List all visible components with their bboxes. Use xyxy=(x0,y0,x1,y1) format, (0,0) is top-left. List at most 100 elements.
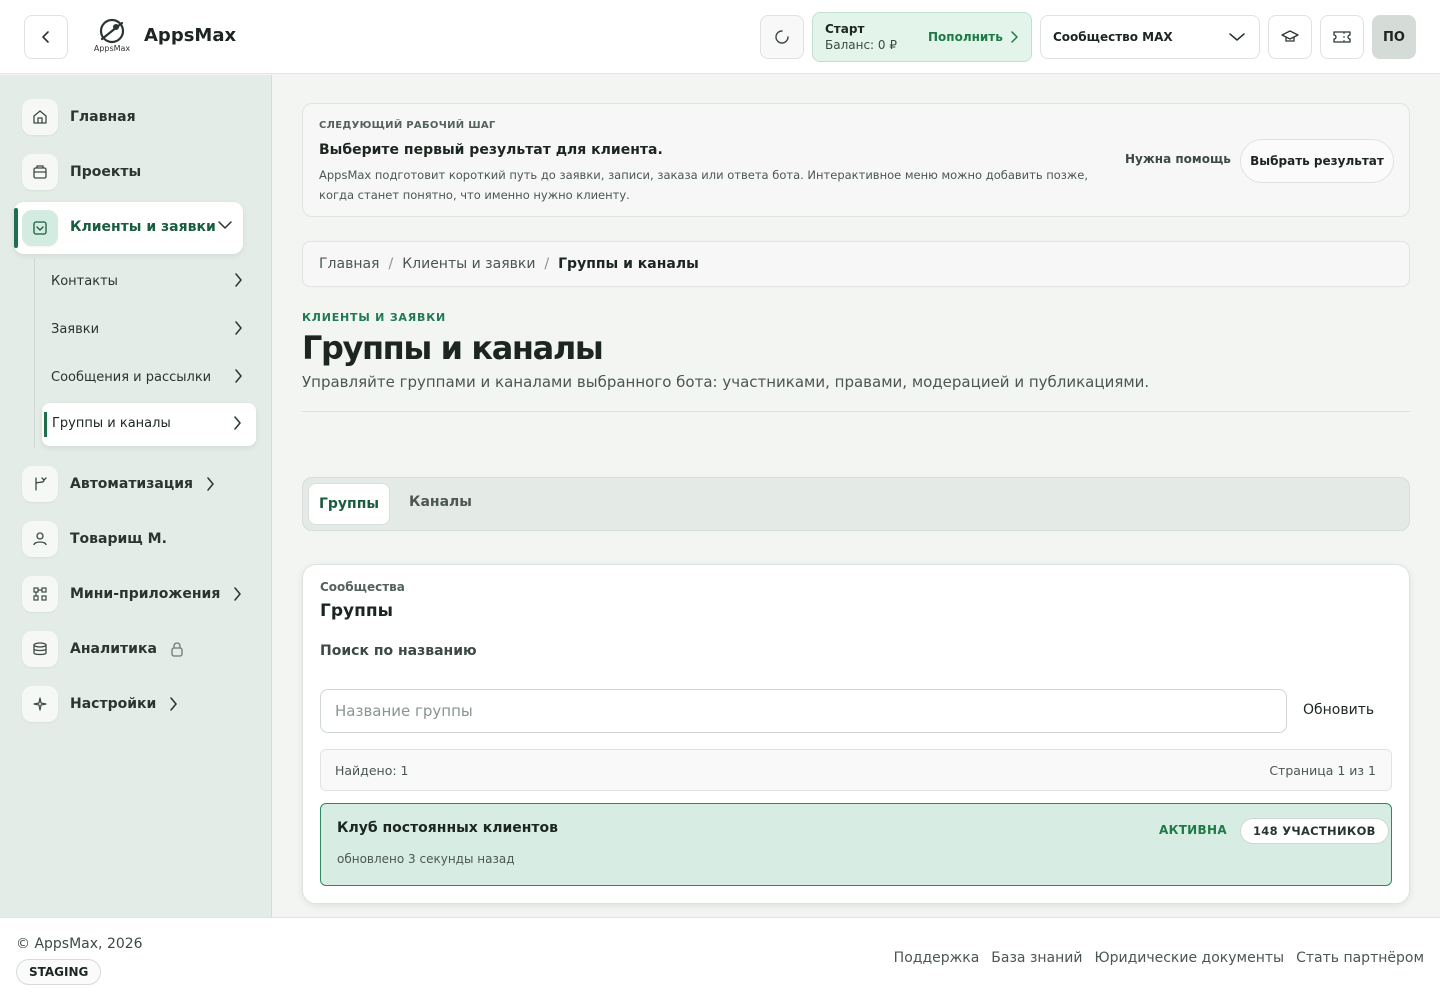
footer-link-knowledge-base[interactable]: База знаний xyxy=(991,950,1082,966)
logo-caption: AppsMax xyxy=(93,44,131,53)
breadcrumb-link-clients[interactable]: Клиенты и заявки xyxy=(402,256,535,272)
graduation-cap-icon xyxy=(1281,30,1299,42)
breadcrumb: Главная / Клиенты и заявки / Группы и ка… xyxy=(302,241,1410,287)
group-name: Клуб постоянных клиентов xyxy=(337,820,559,836)
next-step-title: Выберите первый результат для клиента. xyxy=(319,142,663,158)
flow-icon xyxy=(35,477,47,491)
balance-amount: Баланс: 0 ₽ xyxy=(825,38,897,52)
submenu-line xyxy=(34,258,35,448)
active-indicator xyxy=(14,208,18,248)
sidebar-item-label: Аналитика xyxy=(70,641,157,657)
sidebar-subitem-messages[interactable]: Сообщения и рассылки xyxy=(51,367,242,387)
panel-kicker: Сообщества xyxy=(320,580,405,594)
brand-name: AppsMax xyxy=(144,25,237,46)
tab-channels[interactable]: Каналы xyxy=(409,494,472,510)
sidebar-subitem-label: Заявки xyxy=(51,321,100,337)
search-label: Поиск по названию xyxy=(320,643,477,659)
next-step-card: СЛЕДУЮЩИЙ РАБОЧИЙ ШАГ Выберите первый ре… xyxy=(302,103,1410,217)
community-select[interactable]: Сообщество MAX xyxy=(1040,15,1260,59)
environment-badge: STAGING xyxy=(16,959,102,985)
footer-link-support[interactable]: Поддержка xyxy=(894,950,980,966)
lock-icon xyxy=(171,642,183,657)
sidebar-subitem-contacts[interactable]: Контакты xyxy=(51,271,242,291)
sidebar-item-label: Клиенты и заявки xyxy=(70,219,216,235)
chevron-right-icon xyxy=(235,321,242,335)
help-link[interactable]: Нужна помощь xyxy=(1125,152,1231,166)
chevron-down-icon xyxy=(218,221,232,229)
sidebar-item-projects[interactable]: Проекты xyxy=(22,154,141,190)
group-search-input[interactable] xyxy=(320,689,1287,733)
sidebar-item-automation[interactable]: Автоматизация xyxy=(22,466,215,502)
tab-bar: Группы Каналы xyxy=(302,477,1410,531)
sidebar-item-label: Мини-приложения xyxy=(70,586,221,602)
members-badge: 148 УЧАСТНИКОВ xyxy=(1240,818,1389,844)
status-badge: АКТИВНА xyxy=(1159,823,1227,837)
chevron-right-icon xyxy=(235,369,242,383)
group-updated: обновлено 3 секунды назад xyxy=(337,852,515,866)
breadcrumb-separator: / xyxy=(388,256,394,272)
logo-icon xyxy=(99,18,125,44)
academy-button[interactable] xyxy=(1268,15,1312,59)
sidebar-item-label: Автоматизация xyxy=(70,476,193,492)
section-overline: КЛИЕНТЫ И ЗАЯВКИ xyxy=(302,311,446,324)
footer-link-legal[interactable]: Юридические документы xyxy=(1094,950,1284,966)
sidebar-item-clients[interactable]: Клиенты и заявки xyxy=(14,202,243,254)
sidebar-item-home[interactable]: Главная xyxy=(22,99,136,135)
chevron-right-icon xyxy=(170,697,178,711)
breadcrumb-separator: / xyxy=(544,256,550,272)
sidebar-item-label: Главная xyxy=(70,109,136,125)
tickets-button[interactable] xyxy=(1320,15,1364,59)
chevron-right-icon xyxy=(235,273,242,287)
footer-link-partner[interactable]: Стать партнёром xyxy=(1296,950,1424,966)
divider xyxy=(302,411,1410,412)
sidebar-item-label: Настройки xyxy=(70,696,157,712)
topup-button[interactable]: Пополнить xyxy=(928,30,1019,44)
sidebar-subitem-label: Контакты xyxy=(51,273,118,289)
footer: © AppsMax, 2026 STAGING Поддержка База з… xyxy=(0,917,1440,1000)
ticket-icon xyxy=(1333,31,1351,43)
sidebar-item-assistant[interactable]: Товарищ М. xyxy=(22,521,167,557)
user-icon xyxy=(33,532,47,546)
panel-title: Группы xyxy=(320,601,393,621)
balance-widget[interactable]: Старт Баланс: 0 ₽ Пополнить xyxy=(812,12,1032,62)
next-step-overline: СЛЕДУЮЩИЙ РАБОЧИЙ ШАГ xyxy=(319,120,496,131)
tab-groups[interactable]: Группы xyxy=(308,483,390,525)
sidebar-subitem-requests[interactable]: Заявки xyxy=(51,319,242,339)
sidebar-item-analytics[interactable]: Аналитика xyxy=(22,631,185,667)
sparkle-icon xyxy=(33,697,47,711)
sidebar-item-settings[interactable]: Настройки xyxy=(22,686,178,722)
sidebar-subitem-label: Группы и каналы xyxy=(52,416,171,431)
results-summary: Найдено: 1 Страница 1 из 1 xyxy=(320,749,1392,791)
sidebar-item-label: Проекты xyxy=(70,164,142,180)
spinner-icon xyxy=(775,30,789,44)
groups-panel: Сообщества Группы Поиск по названию Обно… xyxy=(302,564,1410,904)
chevron-down-icon xyxy=(1229,33,1245,41)
breadcrumb-link-home[interactable]: Главная xyxy=(319,256,379,272)
sidebar-subitem-label: Сообщения и рассылки xyxy=(51,369,212,385)
list-item[interactable]: Клуб постоянных клиентов обновлено 3 сек… xyxy=(320,803,1392,886)
top-header: AppsMax AppsMax Старт Баланс: 0 ₽ Пополн… xyxy=(0,0,1440,74)
footer-links: Поддержка База знаний Юридические докуме… xyxy=(894,950,1424,966)
chevron-right-icon xyxy=(234,416,241,430)
loading-button[interactable] xyxy=(760,15,804,59)
choose-result-button[interactable]: Выбрать результат xyxy=(1240,139,1394,183)
database-icon xyxy=(33,642,47,656)
topup-label: Пополнить xyxy=(928,30,1003,44)
sidebar-item-miniapps[interactable]: Мини-приложения xyxy=(22,576,242,612)
plan-name: Старт xyxy=(825,22,865,36)
inbox-icon xyxy=(33,221,47,235)
chevron-right-icon xyxy=(234,587,242,601)
folder-icon xyxy=(33,165,47,179)
refresh-button[interactable]: Обновить xyxy=(1303,702,1374,718)
chevron-left-icon xyxy=(42,31,49,43)
next-step-description: AppsMax подготовит короткий путь до заяв… xyxy=(319,168,1089,202)
breadcrumb-current: Группы и каналы xyxy=(558,256,699,272)
user-avatar[interactable]: ПО xyxy=(1372,15,1416,59)
sidebar: Главная Проекты Клиенты и заявки Контакт… xyxy=(0,75,272,917)
active-indicator xyxy=(44,412,47,437)
app-logo: AppsMax xyxy=(92,16,132,56)
home-icon xyxy=(33,110,47,124)
back-button[interactable] xyxy=(24,15,68,59)
sidebar-subitem-groups[interactable]: Группы и каналы xyxy=(42,403,256,446)
apps-icon xyxy=(33,587,47,601)
